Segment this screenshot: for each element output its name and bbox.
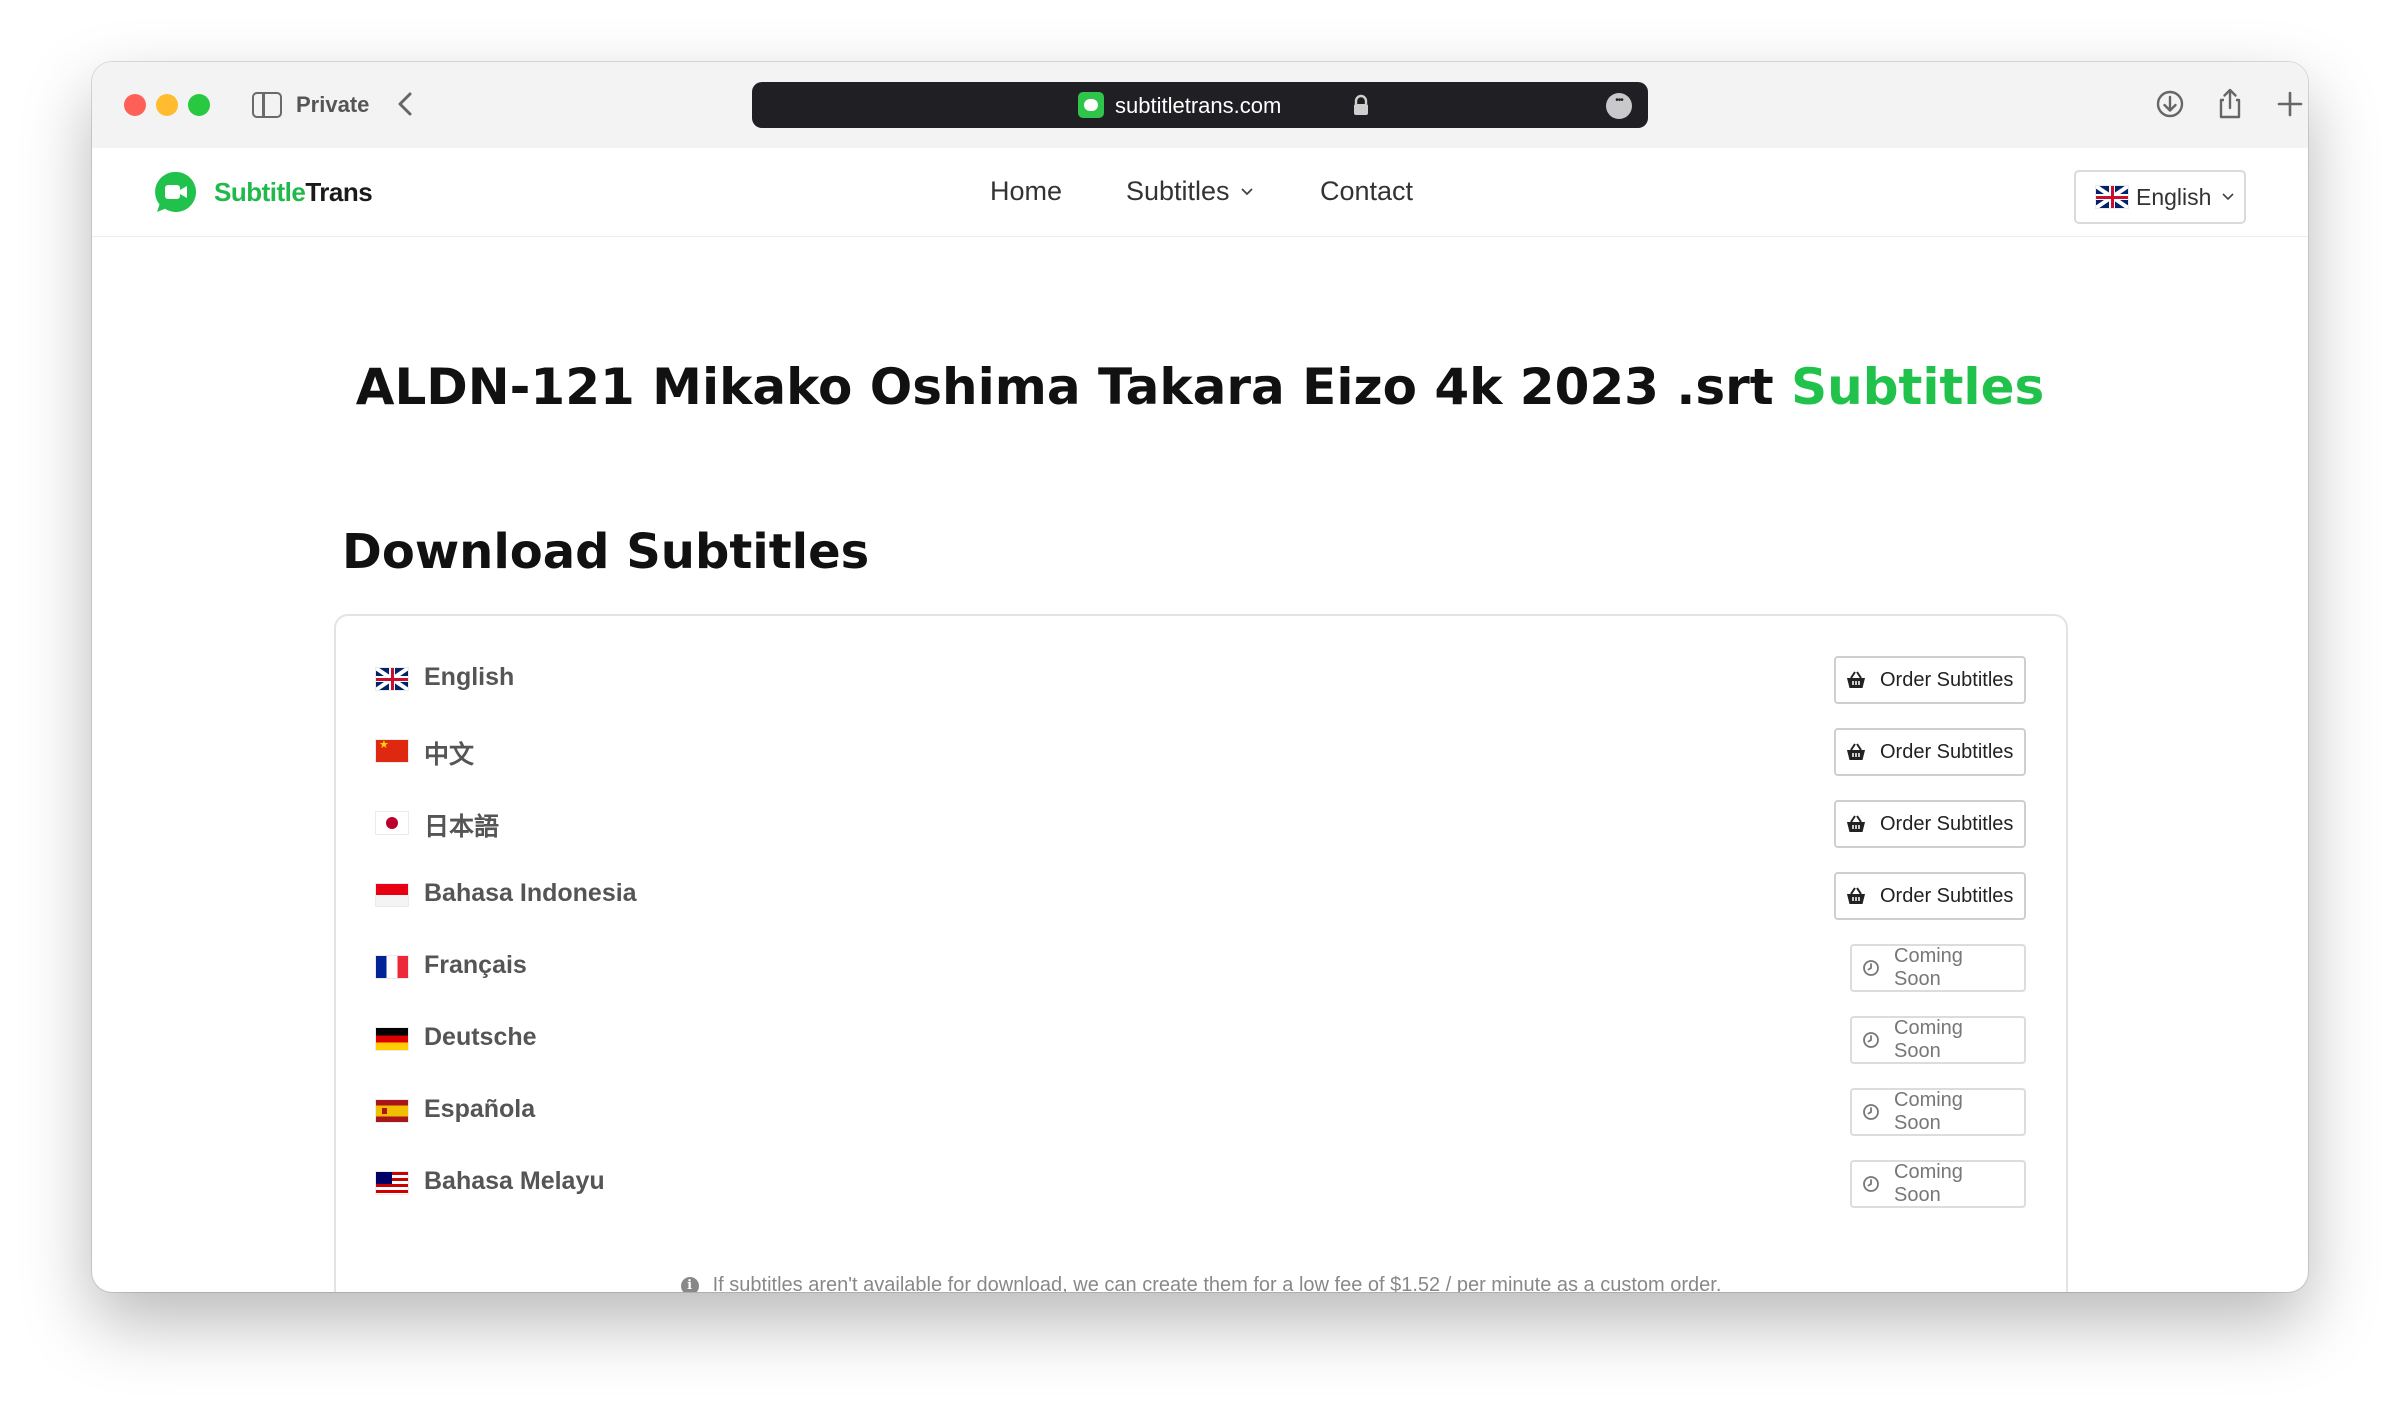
jp-flag-icon (376, 812, 408, 834)
cn-flag-icon (376, 740, 408, 762)
fr-flag-icon (376, 956, 408, 978)
close-window-button[interactable] (124, 94, 146, 116)
gb-flag-icon (376, 668, 408, 690)
gb-flag-icon (2096, 186, 2128, 208)
browser-toolbar: Private subtitletrans.com (92, 62, 2308, 148)
language-label: Española (424, 1095, 536, 1123)
chevron-down-icon (1240, 187, 1253, 195)
basket-icon (1847, 887, 1865, 904)
coming-soon-label: Coming Soon (1894, 945, 1963, 990)
site-logo[interactable]: SubtitleTrans (154, 168, 373, 216)
basket-icon (1847, 671, 1865, 688)
es-flag-icon (376, 1100, 408, 1122)
address-bar[interactable]: subtitletrans.com (752, 82, 1648, 128)
language-row: Deutsche Coming Soon (376, 1016, 2026, 1064)
language-row: 日本語 Order Subtitles (376, 800, 2026, 848)
site-header: SubtitleTrans Home Subtitles Contact Eng… (92, 148, 2308, 237)
clock-icon (1863, 1032, 1879, 1048)
language-label: Français (424, 951, 527, 979)
coming-soon-button[interactable]: Coming Soon (1850, 1088, 2026, 1136)
zoom-window-button[interactable] (188, 94, 210, 116)
language-label: Deutsche (424, 1023, 537, 1051)
browser-window: Private subtitletrans.com ••• SubtitleTr… (92, 62, 2308, 1292)
lock-icon (1354, 94, 1368, 115)
chevron-down-icon (2222, 193, 2235, 201)
order-subtitles-label: Order Subtitles (1880, 668, 2014, 691)
coming-soon-button[interactable]: Coming Soon (1850, 944, 2026, 992)
logo-text-subtitle: Subtitle (214, 176, 306, 207)
clock-icon (1863, 1104, 1879, 1120)
order-subtitles-label: Order Subtitles (1880, 812, 2014, 835)
coming-soon-button[interactable]: Coming Soon (1850, 1016, 2026, 1064)
nav-subtitles-dropdown[interactable]: Subtitles (1126, 176, 1254, 207)
page-title-text: ALDN-121 Mikako Oshima Takara Eizo 4k 20… (355, 358, 1774, 416)
custom-order-note-text: If subtitles aren't available for downlo… (712, 1274, 1722, 1292)
order-subtitles-button[interactable]: Order Subtitles (1834, 800, 2026, 848)
language-selector[interactable]: English (2074, 170, 2246, 224)
logo-text-trans: Trans (305, 176, 373, 207)
clock-icon (1863, 1176, 1879, 1192)
order-subtitles-label: Order Subtitles (1880, 884, 2014, 907)
de-flag-icon (376, 1028, 408, 1050)
minimize-window-button[interactable] (156, 94, 178, 116)
order-subtitles-button[interactable]: Order Subtitles (1834, 872, 2026, 920)
language-row: Français Coming Soon (376, 944, 2026, 992)
logo-icon (155, 171, 197, 212)
download-icon[interactable] (2152, 86, 2188, 122)
language-label: 日本語 (424, 813, 500, 841)
language-label: Bahasa Melayu (424, 1167, 605, 1195)
share-icon[interactable] (2212, 86, 2248, 122)
site-favicon-icon (1078, 92, 1104, 118)
back-icon[interactable] (390, 86, 420, 122)
language-label: Bahasa Indonesia (424, 879, 637, 907)
page-options-icon[interactable] (1606, 93, 1632, 119)
nav-contact-link[interactable]: Contact (1320, 176, 1413, 207)
language-label: 中文 (424, 741, 475, 769)
custom-order-note: i If subtitles aren't available for down… (336, 1274, 2066, 1292)
basket-icon (1847, 743, 1865, 760)
id-flag-icon (376, 884, 408, 906)
nav-home-link[interactable]: Home (990, 176, 1062, 207)
language-row: 中文 Order Subtitles (376, 728, 2026, 776)
basket-icon (1847, 815, 1865, 832)
info-icon: i (680, 1276, 699, 1292)
private-label: Private (296, 92, 370, 117)
language-row: Española Coming Soon (376, 1088, 2026, 1136)
page-title-accent: Subtitles (1791, 358, 2045, 416)
language-row: English Order Subtitles (376, 656, 2026, 704)
sidebar-toggle-icon[interactable] (252, 92, 282, 118)
subtitle-language-list: English Order Subtitles 中文 Order Subtitl… (334, 614, 2068, 1292)
nav-subtitles-label: Subtitles (1126, 176, 1230, 206)
order-subtitles-button[interactable]: Order Subtitles (1834, 728, 2026, 776)
coming-soon-label: Coming Soon (1894, 1161, 1963, 1206)
download-section-title: Download Subtitles (342, 524, 870, 580)
page-title: ALDN-121 Mikako Oshima Takara Eizo 4k 20… (92, 358, 2308, 416)
language-label: English (424, 663, 515, 691)
url-text: subtitletrans.com (1115, 93, 1282, 118)
coming-soon-button[interactable]: Coming Soon (1850, 1160, 2026, 1208)
language-row: Bahasa Indonesia Order Subtitles (376, 872, 2026, 920)
coming-soon-label: Coming Soon (1894, 1089, 1963, 1134)
order-subtitles-button[interactable]: Order Subtitles (1834, 656, 2026, 704)
my-flag-icon (376, 1172, 408, 1194)
order-subtitles-label: Order Subtitles (1880, 740, 2014, 763)
new-tab-icon[interactable] (2272, 86, 2308, 122)
language-row: Bahasa Melayu Coming Soon (376, 1160, 2026, 1208)
clock-icon (1863, 960, 1879, 976)
coming-soon-label: Coming Soon (1894, 1017, 1963, 1062)
language-selector-label: English (2136, 183, 2212, 210)
